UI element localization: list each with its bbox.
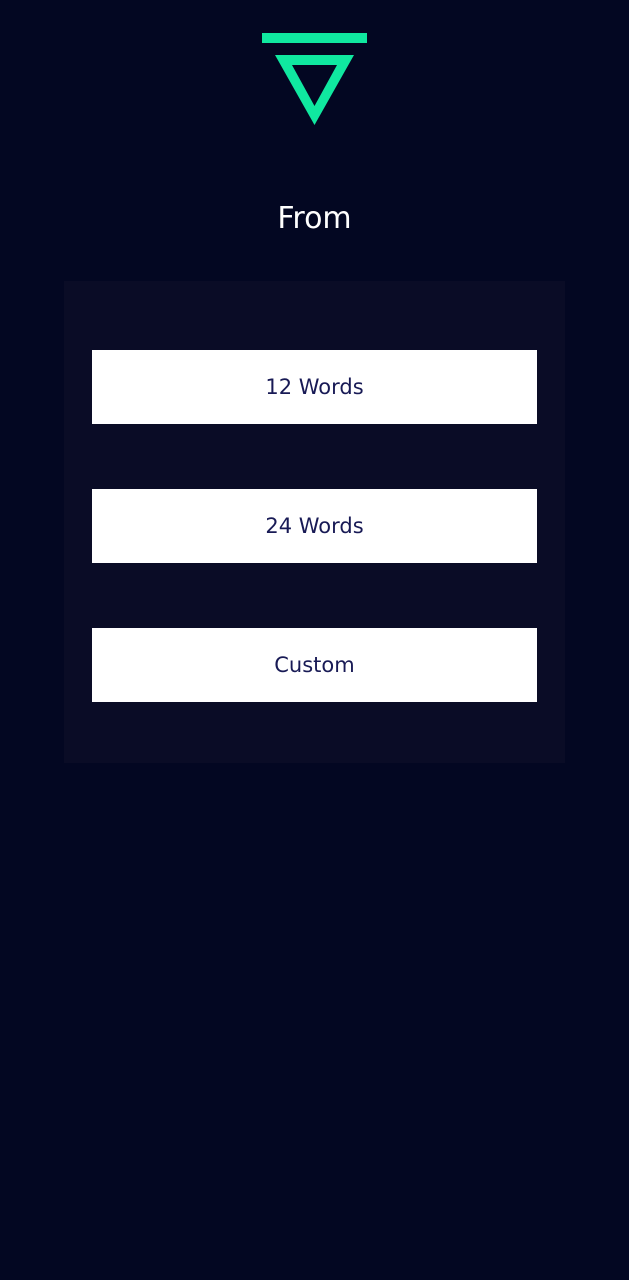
- word-count-options-panel: 12 Words 24 Words Custom: [64, 281, 565, 763]
- twelve-words-button[interactable]: 12 Words: [92, 350, 537, 424]
- logo-top-bar: [262, 33, 367, 43]
- logo-triangle: [275, 55, 354, 125]
- twenty-four-words-button[interactable]: 24 Words: [92, 489, 537, 563]
- custom-words-button[interactable]: Custom: [92, 628, 537, 702]
- page-title: From: [277, 201, 352, 236]
- brand-logo-icon: [262, 33, 367, 125]
